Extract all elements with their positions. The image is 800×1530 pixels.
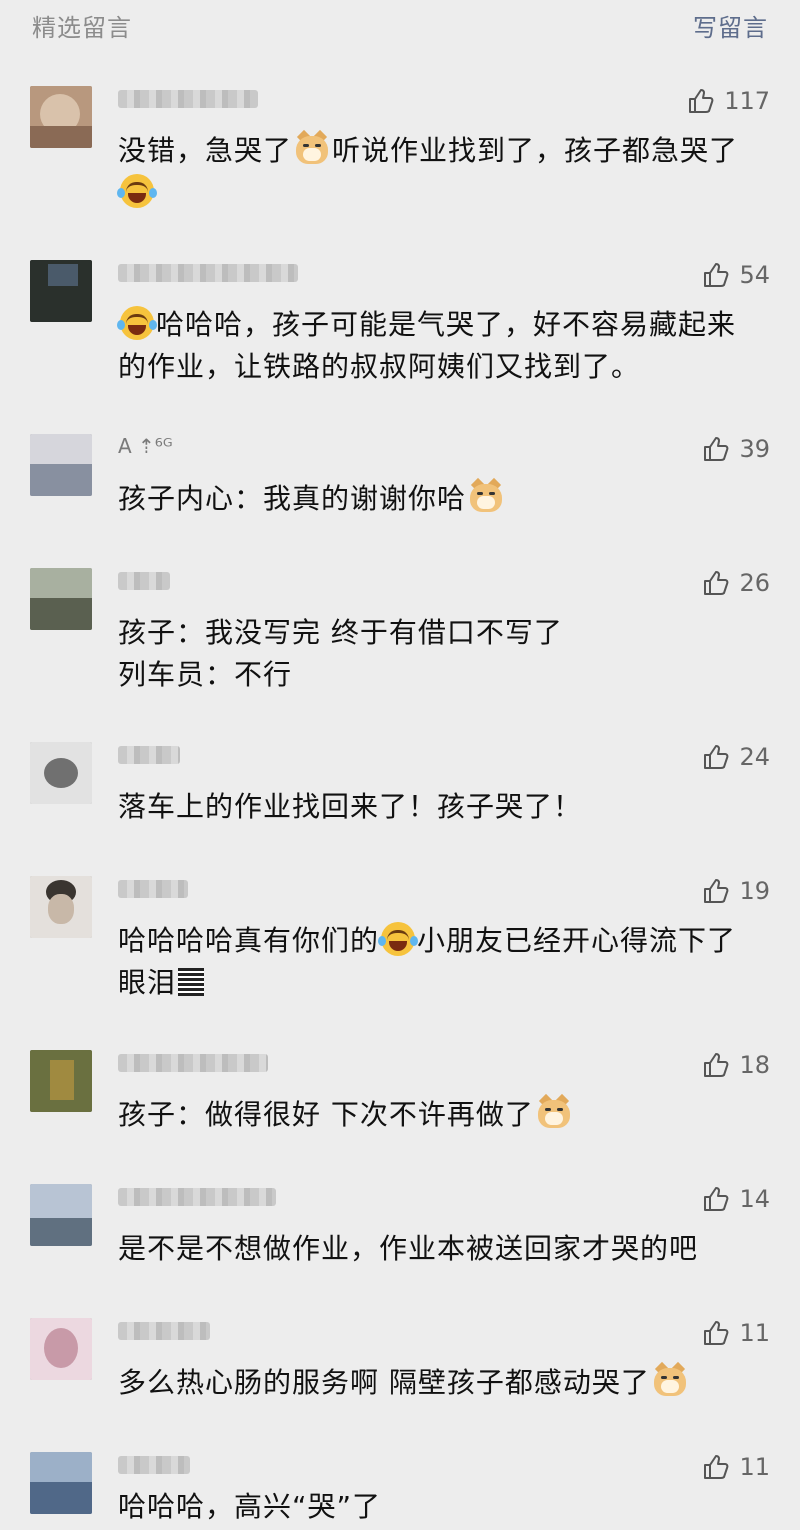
thumb-up-icon xyxy=(704,1321,729,1345)
tears-emoji-icon xyxy=(178,968,205,996)
comment-text: 哈哈哈，高兴“哭”了 xyxy=(118,1490,382,1523)
laugh-cry-emoji-icon xyxy=(117,306,157,340)
avatar[interactable] xyxy=(30,1318,92,1380)
thumb-up-icon xyxy=(704,879,729,903)
commenter-name xyxy=(118,876,318,902)
like-button[interactable]: 14 xyxy=(701,1184,770,1214)
like-count: 11 xyxy=(739,1319,770,1347)
like-count: 54 xyxy=(739,261,770,289)
like-button[interactable]: 11 xyxy=(701,1318,770,1348)
commenter-name xyxy=(118,86,318,112)
like-button[interactable]: 19 xyxy=(701,876,770,906)
thumb-up-icon xyxy=(689,89,714,113)
commenter-name xyxy=(118,742,318,768)
like-count: 39 xyxy=(739,435,770,463)
comment-text: 孩子内心：我真的谢谢你哈 xyxy=(118,477,778,520)
doge-emoji-icon xyxy=(536,1093,572,1130)
commenter-name xyxy=(118,1452,318,1478)
thumb-up-icon xyxy=(704,1455,729,1479)
like-button[interactable]: 26 xyxy=(701,568,770,598)
avatar[interactable] xyxy=(30,434,92,496)
avatar[interactable] xyxy=(30,568,92,630)
like-button[interactable]: 18 xyxy=(701,1050,770,1080)
avatar[interactable] xyxy=(30,1184,92,1246)
doge-emoji-icon xyxy=(468,477,504,514)
doge-emoji-icon xyxy=(652,1361,688,1398)
like-button[interactable]: 54 xyxy=(701,260,770,290)
like-count: 11 xyxy=(739,1453,770,1481)
comment-text: 多么热心肠的服务啊 隔壁孩子都感动哭了 xyxy=(118,1361,778,1404)
comments-header: 精选留言 写留言 xyxy=(0,0,800,48)
avatar[interactable] xyxy=(30,1452,92,1514)
commenter-name xyxy=(118,1184,318,1210)
like-count: 117 xyxy=(724,87,770,115)
write-comment-link[interactable]: 写留言 xyxy=(693,8,768,43)
like-count: 24 xyxy=(739,743,770,771)
avatar[interactable] xyxy=(30,742,92,804)
comment-text: 孩子：我没写完 终于有借口不写了 列车员：不行 xyxy=(118,616,563,691)
commenter-name xyxy=(118,568,318,594)
avatar[interactable] xyxy=(30,1050,92,1112)
avatar[interactable] xyxy=(30,260,92,322)
like-button[interactable]: 24 xyxy=(701,742,770,772)
commenter-name xyxy=(118,1318,318,1344)
like-count: 26 xyxy=(739,569,770,597)
commenter-name: A ⇡⁶ᴳ xyxy=(118,434,173,458)
thumb-up-icon xyxy=(704,1053,729,1077)
like-count: 18 xyxy=(739,1051,770,1079)
like-button[interactable]: 39 xyxy=(701,434,770,464)
doge-emoji-icon xyxy=(294,129,330,166)
comment-text: 哈哈哈哈真有你们的 小朋友已经开心得流下了 眼泪 xyxy=(118,922,737,999)
thumb-up-icon xyxy=(704,437,729,461)
commenter-name xyxy=(118,260,318,286)
avatar[interactable] xyxy=(30,86,92,148)
section-title: 精选留言 xyxy=(32,14,132,42)
like-count: 14 xyxy=(739,1185,770,1213)
thumb-up-icon xyxy=(704,263,729,287)
comment-text: 落车上的作业找回来了！孩子哭了！ xyxy=(118,790,583,823)
like-button[interactable]: 117 xyxy=(686,86,770,116)
thumb-up-icon xyxy=(704,745,729,769)
like-count: 19 xyxy=(739,877,770,905)
commenter-name xyxy=(118,1050,318,1076)
laugh-cry-emoji-icon xyxy=(117,174,157,208)
comment-text: 孩子：做得很好 下次不许再做了 xyxy=(118,1093,778,1136)
like-button[interactable]: 11 xyxy=(701,1452,770,1482)
comment-text: 没错，急哭了 听说作业找到了，孩子都急哭了 xyxy=(117,129,778,214)
thumb-up-icon xyxy=(704,571,729,595)
laugh-cry-emoji-icon xyxy=(378,922,419,956)
comment-text: 是不是不想做作业，作业本被送回家才哭的吧 xyxy=(118,1232,699,1265)
thumb-up-icon xyxy=(704,1187,729,1211)
avatar[interactable] xyxy=(30,876,92,938)
comment-text: 哈哈哈，孩子可能是气哭了，好不容易藏起来 的作业，让铁路的叔叔阿姨们又找到了。 xyxy=(117,306,737,383)
